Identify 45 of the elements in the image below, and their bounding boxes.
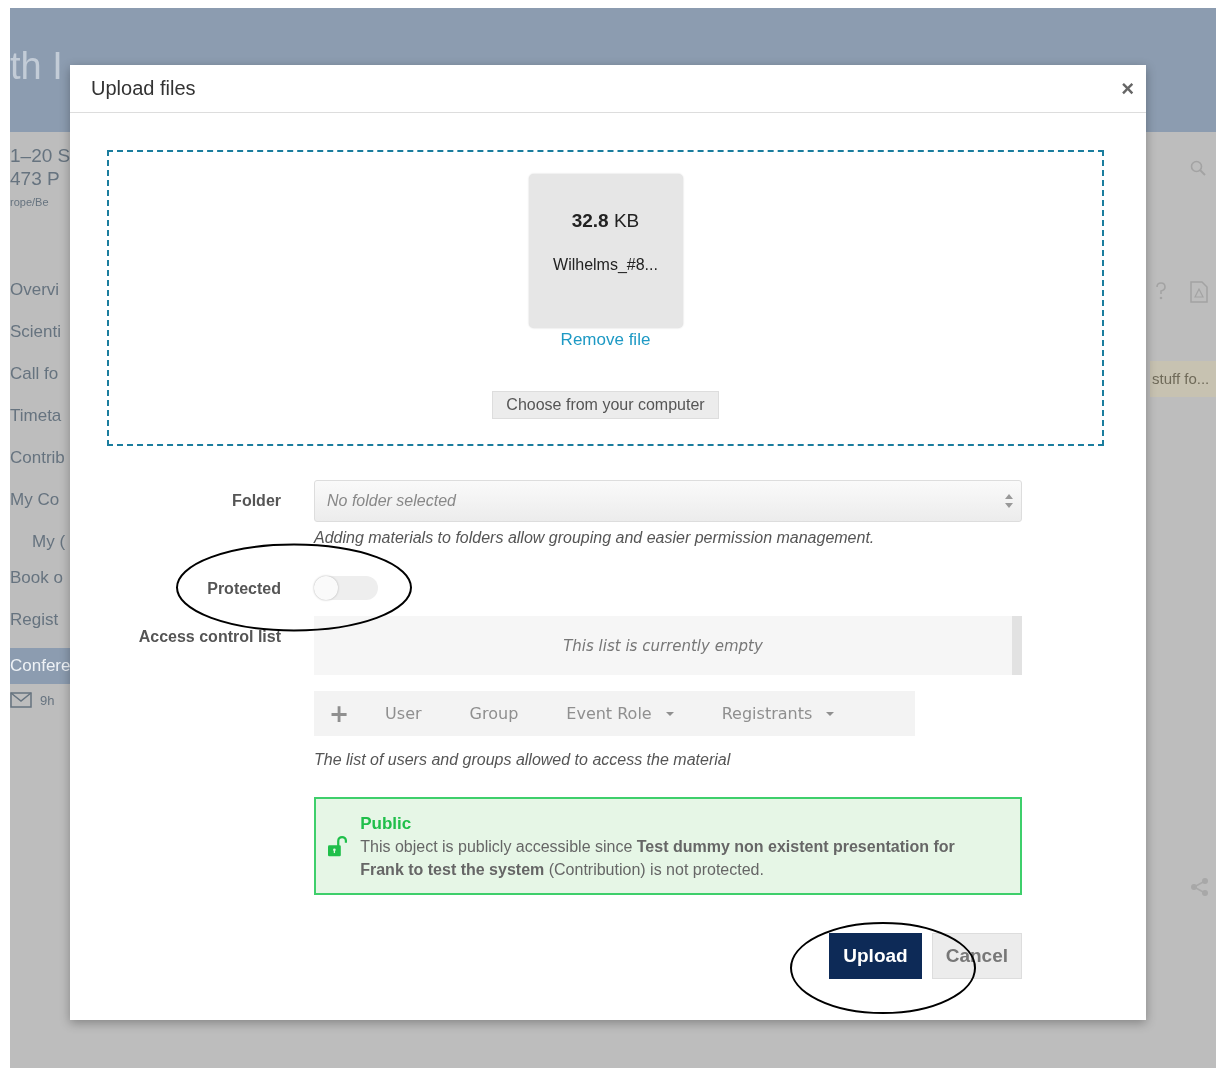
sidebar-item[interactable]: Regist: [10, 602, 72, 644]
folder-help-text: Adding materials to folders allow grouping and easier permission management.: [314, 529, 876, 547]
toolbar-dropdown[interactable]: Event Role: [566, 704, 674, 723]
close-button[interactable]: ×: [1121, 75, 1134, 102]
timezone-text: rope/Be: [10, 196, 50, 208]
sidebar-item[interactable]: Scienti: [10, 314, 72, 356]
pdf-icon[interactable]: [1190, 281, 1208, 303]
upload-button[interactable]: Upload: [829, 933, 922, 979]
select-arrows-icon: [1005, 494, 1013, 508]
choose-file-button[interactable]: Choose from your computer: [492, 391, 719, 419]
sidebar-item[interactable]: Book o: [10, 560, 72, 602]
sidebar-item[interactable]: Call fo: [10, 356, 72, 398]
sidebar-item[interactable]: Confere: [10, 648, 72, 684]
protected-toggle[interactable]: [314, 576, 378, 600]
event-info-line: 473 P: [10, 167, 61, 190]
folder-label: Folder: [232, 492, 281, 510]
sidebar-item[interactable]: Overvi: [10, 272, 72, 314]
folder-select[interactable]: No folder selected: [314, 480, 1022, 522]
access-list: This list is currently empty: [314, 616, 1022, 675]
sidebar-item[interactable]: Timeta: [10, 398, 72, 440]
search-icon[interactable]: [1190, 160, 1206, 176]
help-icon[interactable]: [1154, 281, 1168, 301]
toolbar-dropdown[interactable]: Registrants: [721, 704, 835, 723]
mail-icon: [10, 692, 32, 708]
acl-help-text: The list of users and groups allowed to access the material: [314, 751, 732, 769]
add-button[interactable]: +: [329, 699, 350, 728]
mail-label: 9h: [40, 692, 55, 708]
caret-icon: [826, 711, 835, 716]
protected-label: Protected: [207, 580, 281, 599]
remove-file-link[interactable]: Remove file: [560, 330, 651, 350]
caret-icon: [665, 711, 674, 716]
notice-text: This object is publicly accessible since Test dummy non existent presentation for Frank to test the system (Contribution) is not protected.: [360, 836, 956, 880]
file-name: Wilhelms_#8...: [553, 256, 658, 274]
sidebar-item[interactable]: My (: [10, 524, 72, 560]
toolbar-button[interactable]: Group: [469, 704, 519, 723]
acl-label: Access control list: [138, 628, 281, 647]
drop-zone[interactable]: 32.8 KB Wilhelms_#8... Remove file Choose from your computer: [107, 150, 1104, 446]
dialog-title: Upload files: [91, 77, 196, 100]
category-tag: stuff fo...: [1150, 361, 1216, 397]
toolbar-button[interactable]: User: [385, 704, 422, 723]
sidebar-item[interactable]: My Co: [10, 482, 72, 524]
notice-title: Public: [360, 812, 413, 835]
sidebar-item[interactable]: Contrib: [10, 440, 72, 482]
event-info-line: 1–20 S: [10, 144, 72, 167]
file-size: 32.8 KB: [571, 210, 640, 232]
